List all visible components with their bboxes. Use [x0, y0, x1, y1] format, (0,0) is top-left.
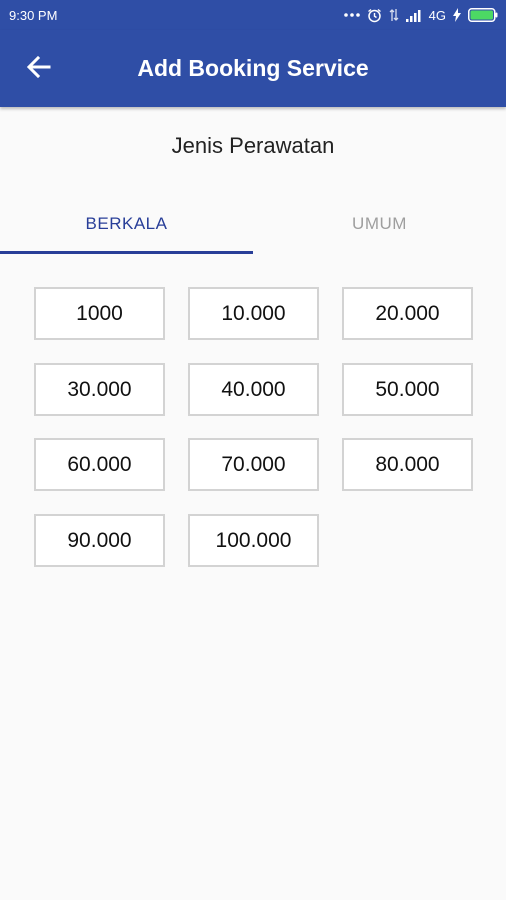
signal-icon — [405, 9, 422, 22]
tab-indicator — [0, 251, 253, 254]
price-option-button[interactable]: 60.000 — [34, 438, 165, 491]
section-title: Jenis Perawatan — [171, 133, 335, 158]
price-option-button[interactable]: 80.000 — [342, 438, 473, 491]
price-option-button[interactable]: 100.000 — [188, 514, 319, 567]
price-option-button[interactable]: 30.000 — [34, 363, 165, 416]
price-option-grid: 1000 10.000 20.000 30.000 40.000 50.000 … — [34, 287, 474, 572]
price-option-button[interactable]: 90.000 — [34, 514, 165, 567]
network-type: 4G — [428, 7, 446, 23]
battery-icon — [468, 8, 498, 22]
status-time: 9:30 PM — [9, 8, 58, 23]
arrow-left-icon — [26, 55, 51, 83]
charging-icon — [453, 8, 461, 22]
tab-bar: BERKALA UMUM — [0, 195, 506, 255]
price-option-button[interactable]: 10.000 — [188, 287, 319, 340]
price-option-button[interactable]: 70.000 — [188, 438, 319, 491]
price-option-button[interactable]: 40.000 — [188, 363, 319, 416]
tab-berkala[interactable]: BERKALA — [0, 195, 253, 252]
app-bar: Add Booking Service — [0, 30, 506, 107]
alarm-icon — [367, 8, 382, 23]
status-icons: 4G — [343, 6, 498, 24]
data-transfer-icon — [389, 8, 399, 22]
price-option-button[interactable]: 20.000 — [342, 287, 473, 340]
price-option-button[interactable]: 1000 — [34, 287, 165, 340]
status-bar: 9:30 PM 4G — [0, 0, 506, 30]
back-button[interactable] — [22, 52, 56, 86]
more-dots-icon — [343, 12, 360, 18]
price-option-button[interactable]: 50.000 — [342, 363, 473, 416]
tab-umum[interactable]: UMUM — [253, 195, 506, 252]
page-title: Add Booking Service — [137, 55, 369, 81]
